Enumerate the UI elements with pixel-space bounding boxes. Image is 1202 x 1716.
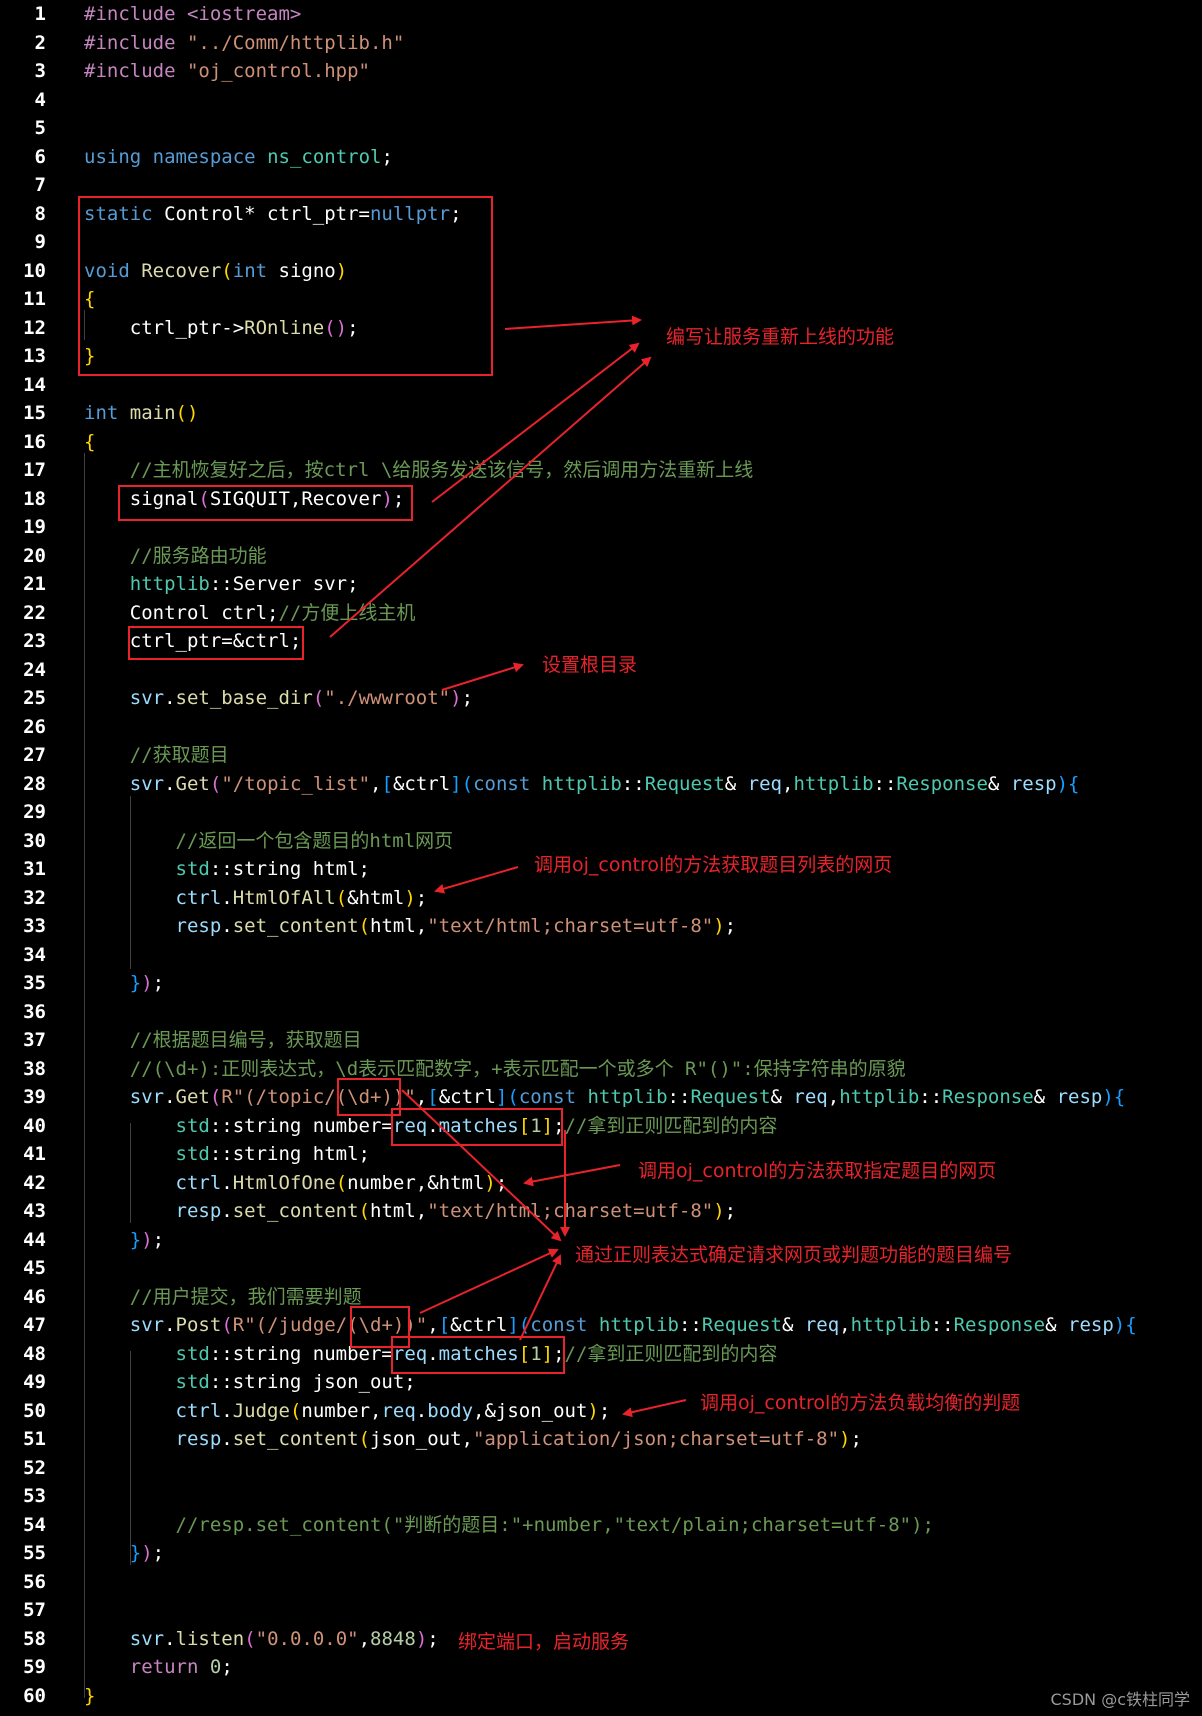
arrow-ctrl-ptr [329, 356, 652, 638]
arrow-get-list [434, 866, 519, 894]
arrow-judge [622, 1399, 687, 1418]
annotation-arrows [329, 315, 687, 1418]
watermark: CSDN @c铁柱同学 [1050, 1690, 1190, 1709]
arrow-signal [431, 342, 640, 503]
arrow-regex-4 [519, 1254, 562, 1341]
arrow-set-root [441, 662, 524, 691]
arrow-get-one [523, 1164, 621, 1187]
arrow-recover [504, 315, 642, 330]
arrow-regex-1 [401, 1089, 562, 1242]
